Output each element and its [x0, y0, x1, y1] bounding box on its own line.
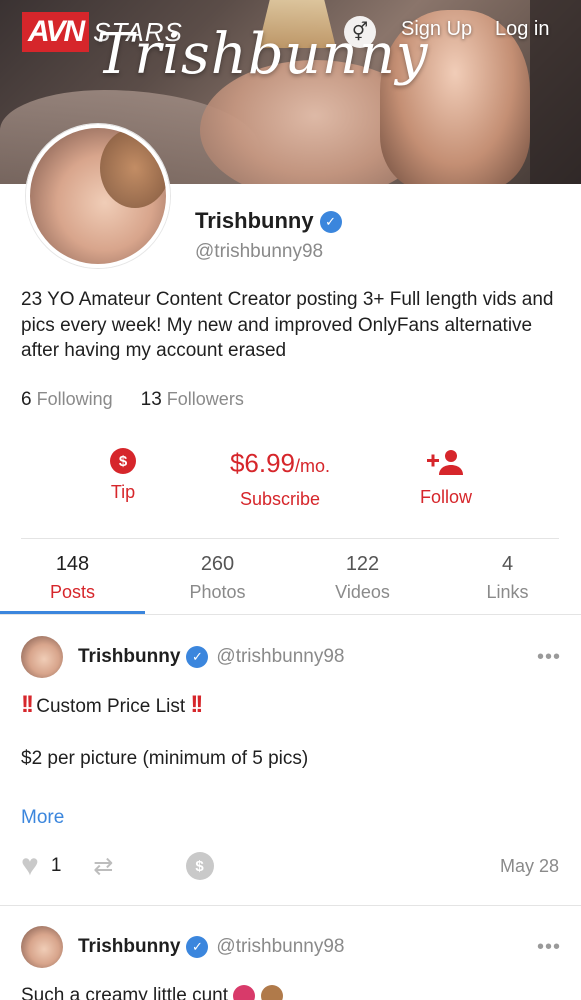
more-link[interactable]: More — [21, 807, 64, 829]
verified-icon: ✓ — [319, 211, 342, 234]
monkey-emoji-icon — [260, 985, 283, 1000]
logo-mark: AVN — [22, 12, 90, 52]
post-title: Custom Price List — [36, 696, 186, 717]
followers-stat[interactable]: 13 Followers — [141, 389, 244, 411]
verified-icon: ✓ — [186, 936, 209, 958]
subscription-price: $6.99/mo. — [210, 448, 350, 481]
verified-icon: ✓ — [186, 646, 209, 668]
log-in-link[interactable]: Log in — [495, 18, 550, 41]
followers-label: Followers — [166, 389, 244, 409]
tab-label: Posts — [49, 582, 96, 602]
content-tabs: 148 Posts 260 Photos 122 Videos 4 Links — [0, 553, 581, 603]
post-actions: ♥ 1 ⇄ $ May 28 — [21, 849, 559, 883]
post-author-name[interactable]: Trishbunny — [78, 936, 180, 958]
post-text: Such a creamy little cunt — [21, 985, 228, 1000]
tab-label: Links — [486, 582, 529, 602]
like-count: 1 — [50, 855, 62, 876]
price-amount: $6.99 — [229, 448, 296, 478]
tab-count: 4 — [501, 553, 514, 575]
tab-photos[interactable]: 260 Photos — [145, 553, 290, 603]
repost-icon[interactable]: ⇄ — [93, 852, 113, 881]
followers-count: 13 — [140, 389, 162, 410]
following-count: 6 — [21, 389, 32, 410]
post-title-line: !! Custom Price List !! — [21, 691, 203, 719]
more-options-icon[interactable]: ••• — [537, 936, 561, 959]
tip-label: Tip — [110, 482, 136, 502]
profile-handle: @trishbunny98 — [195, 241, 324, 262]
post-date: May 28 — [499, 855, 559, 876]
tab-count: 122 — [345, 553, 380, 575]
tab-label: Photos — [189, 582, 246, 602]
follow-button[interactable]: Follow — [400, 448, 492, 508]
post-author-name[interactable]: Trishbunny — [78, 646, 180, 668]
tab-posts[interactable]: 148 Posts — [0, 553, 145, 603]
follow-stats: 6 Following 13 Followers — [21, 389, 244, 411]
subscribe-label: Subscribe — [239, 489, 321, 509]
tab-links[interactable]: 4 Links — [435, 553, 580, 603]
post-header: Trishbunny ✓ @trishbunny98 — [21, 636, 345, 678]
post-card: Trishbunny ✓ @trishbunny98 ••• Such a cr… — [0, 926, 581, 1000]
following-label: Following — [36, 389, 113, 409]
divider — [21, 538, 559, 539]
post-body: Such a creamy little cunt — [21, 985, 283, 1000]
price-period: /mo. — [295, 456, 331, 476]
person-add-icon — [400, 448, 492, 483]
tab-count: 148 — [55, 553, 90, 575]
post-author-handle[interactable]: @trishbunny98 — [216, 936, 344, 958]
following-stat[interactable]: 6 Following — [21, 389, 113, 411]
tab-videos[interactable]: 122 Videos — [290, 553, 435, 603]
post-header: Trishbunny ✓ @trishbunny98 — [21, 926, 345, 968]
subscribe-button[interactable]: $6.99/mo. Subscribe — [210, 448, 350, 510]
profile-avatar[interactable] — [26, 124, 170, 268]
sign-up-link[interactable]: Sign Up — [401, 18, 472, 41]
double-exclamation-icon: !! — [190, 691, 203, 718]
dollar-coin-icon: $ — [110, 448, 136, 474]
tab-count: 260 — [200, 553, 235, 575]
divider — [0, 614, 581, 615]
cover-title: Trishbunny — [96, 22, 429, 87]
follow-label: Follow — [419, 487, 472, 507]
display-name-text: Trishbunny — [195, 208, 314, 233]
profile-bio: 23 YO Amateur Content Creator posting 3+… — [21, 289, 554, 361]
post-body: $2 per picture (minimum of 5 pics) — [21, 748, 309, 769]
tip-button[interactable]: $ Tip — [93, 448, 153, 503]
tongue-emoji-icon — [233, 985, 256, 1000]
heart-icon[interactable]: ♥ — [21, 851, 39, 881]
tab-label: Videos — [335, 582, 390, 602]
tip-coin-icon[interactable]: $ — [185, 852, 214, 880]
double-exclamation-icon: !! — [21, 691, 34, 718]
more-options-icon[interactable]: ••• — [537, 646, 561, 669]
divider — [0, 905, 581, 906]
post-avatar[interactable] — [21, 636, 63, 678]
profile-display-name: Trishbunny ✓ — [195, 208, 342, 234]
post-avatar[interactable] — [21, 926, 63, 968]
gender-icon[interactable]: ⚥ — [344, 16, 376, 48]
post-author-handle[interactable]: @trishbunny98 — [216, 646, 344, 668]
post-card: Trishbunny ✓ @trishbunny98 ••• !! Custom… — [0, 636, 581, 906]
